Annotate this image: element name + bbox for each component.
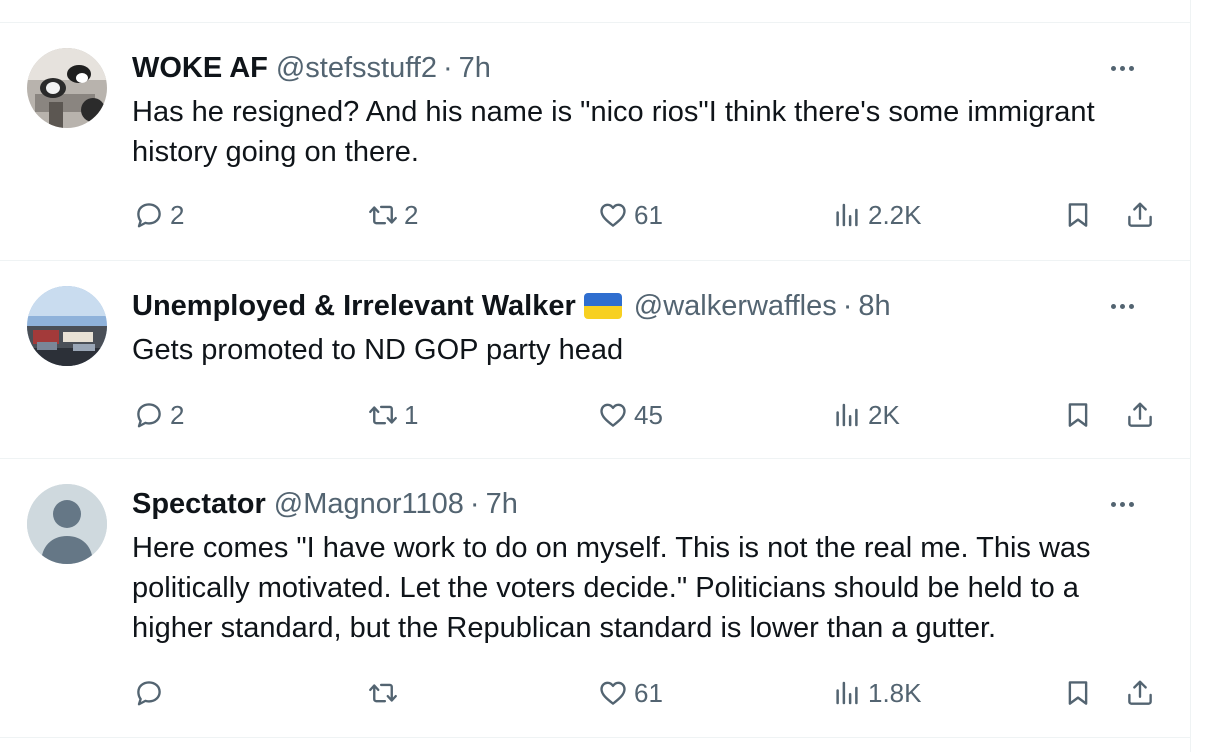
tweet[interactable]: Spectator @Magnor1108 · 7h Here comes "I… [0,459,1190,738]
repost-button[interactable]: 1 [368,395,418,435]
bookmark-button[interactable] [1063,395,1093,435]
avatar[interactable] [27,286,107,366]
views-icon [832,400,862,430]
more-icon[interactable] [1104,58,1140,78]
views-icon [832,678,862,708]
tweet-text: Gets promoted to ND GOP party head [132,334,624,366]
share-icon [1125,200,1155,230]
reply-icon [134,200,164,230]
action-bar: 61 1.8K [0,673,1190,713]
tweet-text: Has he resigned? And his name is "nico r… [132,96,1095,168]
timestamp[interactable]: 7h [486,488,518,521]
user-handle[interactable]: @walkerwaffles [634,290,837,323]
share-icon [1125,400,1155,430]
share-button[interactable] [1125,673,1155,713]
views-button[interactable]: 2K [832,395,900,435]
display-name[interactable]: Unemployed & Irrelevant Walker [132,290,576,323]
views-icon [832,200,862,230]
action-bar: 2 1 45 2K [0,395,1190,435]
tweet-header: WOKE AF @stefsstuff2 · 7h [132,50,491,86]
tweet[interactable]: Unemployed & Irrelevant Walker @walkerwa… [0,261,1190,459]
like-count: 45 [634,399,663,430]
view-count: 2.2K [868,199,922,230]
tweet-text: Here comes "I have work to do on myself.… [132,532,1091,644]
share-icon [1125,678,1155,708]
timestamp[interactable]: 8h [858,290,890,323]
tweet-header: Unemployed & Irrelevant Walker @walkerwa… [132,288,891,324]
repost-icon [368,400,398,430]
like-icon [598,678,628,708]
reply-button[interactable]: 2 [134,395,184,435]
view-count: 1.8K [868,677,922,708]
views-button[interactable]: 2.2K [832,195,922,235]
display-name[interactable]: Spectator [132,488,266,521]
like-button[interactable]: 61 [598,195,663,235]
repost-button[interactable]: 2 [368,195,418,235]
like-count: 61 [634,199,663,230]
action-bar: 2 2 61 2.2K [0,195,1190,235]
avatar[interactable] [27,48,107,128]
avatar[interactable] [27,484,107,564]
user-handle[interactable]: @Magnor1108 [274,488,464,521]
repost-icon [368,200,398,230]
timestamp[interactable]: 7h [459,52,491,85]
like-button[interactable]: 61 [598,673,663,713]
reply-count: 2 [170,199,185,230]
tweet[interactable]: WOKE AF @stefsstuff2 · 7h Has he resigne… [0,23,1190,261]
ukraine-flag-icon [583,293,622,319]
like-icon [598,200,628,230]
user-handle[interactable]: @stefsstuff2 [276,52,437,85]
separator-dot: · [442,51,453,84]
bookmark-button[interactable] [1063,195,1093,235]
reply-icon [134,400,164,430]
repost-count: 1 [404,399,419,430]
repost-count: 2 [404,199,419,230]
reply-icon [134,678,164,708]
bookmark-button[interactable] [1063,673,1093,713]
like-icon [598,400,628,430]
more-icon[interactable] [1104,494,1140,514]
share-button[interactable] [1125,195,1155,235]
bookmark-icon [1063,678,1093,708]
reply-button[interactable] [134,673,170,713]
tweet-header: Spectator @Magnor1108 · 7h [132,486,518,522]
separator-dot: · [842,289,853,322]
bookmark-icon [1063,200,1093,230]
view-count: 2K [868,399,900,430]
views-button[interactable]: 1.8K [832,673,922,713]
display-name[interactable]: WOKE AF [132,52,268,85]
share-button[interactable] [1125,395,1155,435]
reply-button[interactable]: 2 [134,195,184,235]
like-button[interactable]: 45 [598,395,663,435]
bookmark-icon [1063,400,1093,430]
reply-feed: WOKE AF @stefsstuff2 · 7h Has he resigne… [0,0,1191,752]
more-icon[interactable] [1104,296,1140,316]
reply-count: 2 [170,399,185,430]
repost-button[interactable] [368,673,404,713]
repost-icon [368,678,398,708]
like-count: 61 [634,677,663,708]
separator-dot: · [469,487,480,520]
